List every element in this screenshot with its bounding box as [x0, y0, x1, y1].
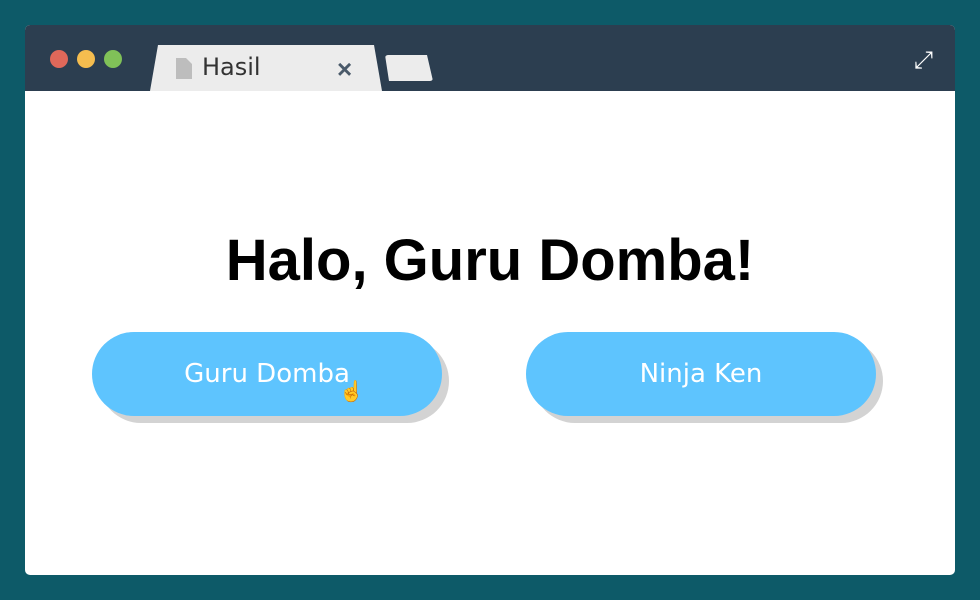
minimize-window-button[interactable]: [77, 50, 95, 68]
tab-hasil[interactable]: Hasil ×: [150, 45, 382, 91]
tab-title: Hasil: [202, 53, 261, 81]
file-icon: [176, 58, 192, 79]
page-title: Halo, Guru Domba!: [225, 228, 755, 293]
pointer-hand-icon: ☝: [339, 381, 364, 403]
guru-domba-button[interactable]: Guru Domba: [92, 332, 442, 416]
title-bar: Hasil × ⤢: [25, 25, 955, 91]
browser-window: Hasil × ⤢ Halo, Guru Domba! Guru Domba N…: [25, 25, 955, 575]
maximize-window-button[interactable]: [104, 50, 122, 68]
close-window-button[interactable]: [50, 50, 68, 68]
ninja-ken-button[interactable]: Ninja Ken: [526, 332, 876, 416]
close-tab-icon[interactable]: ×: [337, 54, 352, 85]
expand-icon[interactable]: ⤢: [914, 47, 933, 75]
new-tab-button[interactable]: [385, 55, 433, 81]
